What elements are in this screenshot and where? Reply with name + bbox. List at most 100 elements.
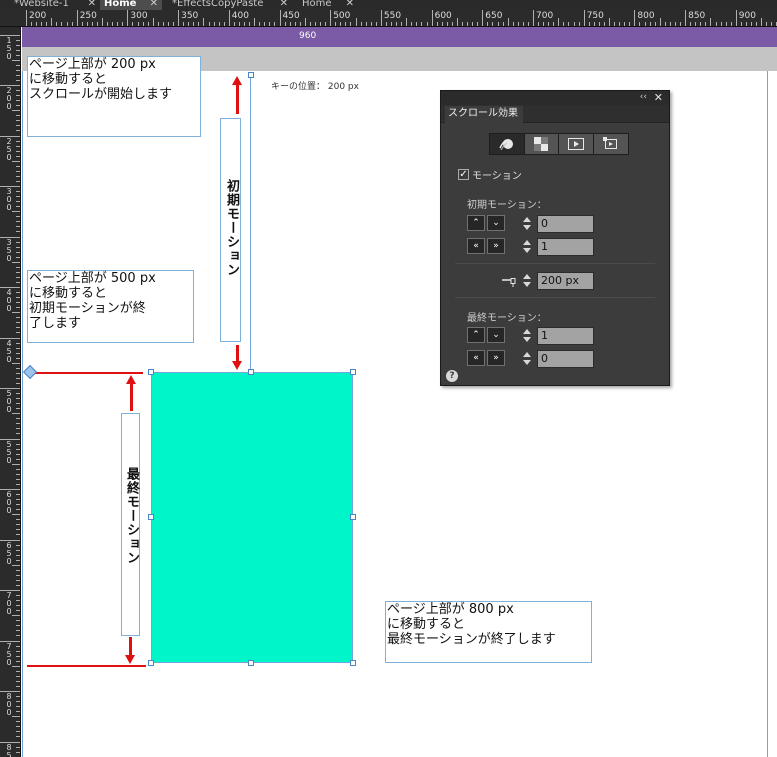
final-vertical-spinner[interactable] — [521, 327, 535, 345]
ruler-minor-tick — [16, 675, 20, 677]
resize-handle-sw[interactable] — [148, 660, 154, 666]
ruler-minor-tick — [314, 22, 316, 26]
ruler-minor-tick — [16, 292, 20, 294]
resize-handle-ne[interactable] — [350, 369, 356, 375]
note-final-motion-end[interactable]: ページ上部が 800 px に移動すると 最終モーションが終了します — [385, 601, 592, 663]
ruler-minor-tick — [745, 22, 747, 26]
tab-effects-copy-paste[interactable]: *EffectsCopyPaste ✕ — [168, 0, 292, 10]
ruler-label: 900 — [738, 11, 756, 21]
note-scroll-start[interactable]: ページ上部が 200 px に移動すると スクロールが開始します — [27, 56, 201, 137]
ruler-minor-tick — [477, 22, 479, 26]
ruler-major-tick — [583, 10, 585, 26]
motion-checkbox[interactable]: ✓ — [458, 169, 469, 180]
collapse-panel-icon[interactable]: ‹‹ — [640, 92, 647, 102]
tab-home[interactable]: Home ✕ — [298, 0, 358, 10]
move-left-icon[interactable]: « — [467, 350, 485, 366]
ruler-minor-tick — [12, 615, 20, 617]
vertical-ruler[interactable]: 150 200 250 300 350 400 450 500 550 600 650 700 750 8… — [0, 27, 21, 757]
tab-close-icon[interactable]: ✕ — [150, 0, 158, 9]
arrow-up-icon — [126, 375, 136, 384]
ruler-major-tick — [685, 10, 687, 26]
ruler-minor-tick — [538, 22, 540, 26]
resize-handle-s[interactable] — [248, 660, 254, 666]
initial-horizontal-speed-field[interactable]: 1 — [537, 238, 594, 256]
note-initial-motion-end[interactable]: ページ上部が 500 px に移動すると 初期モーションが終 了します — [27, 270, 194, 343]
tab-close-icon[interactable]: ✕ — [346, 0, 354, 9]
ruler-minor-tick — [715, 22, 717, 26]
ruler-minor-tick — [16, 39, 20, 41]
ruler-minor-tick — [705, 22, 707, 26]
ruler-minor-tick — [370, 22, 372, 26]
final-horizontal-spinner[interactable] — [521, 350, 535, 368]
move-left-icon[interactable]: « — [467, 238, 485, 254]
move-right-icon[interactable]: » — [487, 350, 505, 366]
ruler-minor-tick — [137, 22, 139, 26]
ruler-minor-tick — [16, 448, 20, 450]
ruler-minor-tick — [249, 22, 251, 26]
arrow-down-icon — [232, 361, 242, 370]
scroll-position-marker-icon[interactable] — [22, 364, 38, 380]
fade-icon[interactable] — [525, 134, 559, 154]
tab-website-1[interactable]: *Website-1 ✕ — [10, 0, 100, 10]
ruler-minor-tick — [16, 231, 20, 233]
ruler-minor-tick — [299, 22, 301, 26]
motion-icon[interactable] — [490, 134, 525, 154]
panel-divider — [455, 297, 655, 298]
resize-handle-nw[interactable] — [148, 369, 154, 375]
move-down-icon[interactable]: ⌄ — [487, 327, 505, 343]
ruler-minor-tick — [462, 22, 464, 26]
ruler-minor-tick — [198, 22, 200, 26]
ruler-minor-tick — [406, 18, 408, 26]
ruler-minor-tick — [16, 145, 20, 147]
scroll-effect-element[interactable] — [151, 372, 353, 663]
arrow-up-icon — [232, 76, 242, 85]
move-right-icon[interactable]: » — [487, 238, 505, 254]
tab-close-icon[interactable]: ✕ — [88, 0, 96, 9]
initial-horizontal-spinner[interactable] — [521, 238, 535, 256]
final-vertical-direction: ⌃ ⌄ — [467, 327, 507, 345]
final-motion-label: 最終モーション — [124, 467, 139, 565]
close-icon[interactable]: ✕ — [654, 91, 663, 104]
tab-label: *Website-1 — [14, 0, 69, 9]
horizontal-ruler[interactable]: 200 250 300 350 400 450 500 550 600 650 700 750 800 8… — [0, 10, 777, 27]
motion-toggle[interactable]: ✓ モーション — [458, 167, 522, 182]
tab-close-icon[interactable]: ✕ — [280, 0, 288, 9]
resize-handle-w[interactable] — [148, 514, 154, 520]
ruler-minor-tick — [16, 504, 20, 506]
ruler-minor-tick — [593, 22, 595, 26]
ruler-minor-tick — [12, 463, 20, 465]
ruler-minor-tick — [16, 701, 20, 703]
ruler-minor-tick — [112, 22, 114, 26]
ruler-minor-tick — [183, 22, 185, 26]
resize-handle-n[interactable] — [248, 369, 254, 375]
tab-label: Home — [302, 0, 332, 9]
resize-handle-se[interactable] — [350, 660, 356, 666]
ruler-label: 350 — [6, 237, 12, 263]
ruler-minor-tick — [16, 221, 20, 223]
tab-scroll-effects[interactable]: スクロール効果 — [445, 106, 523, 123]
ruler-label: 200 — [29, 11, 47, 21]
ruler-minor-tick — [16, 726, 20, 728]
slideshow-icon[interactable] — [559, 134, 594, 154]
ruler-label: 600 — [6, 490, 12, 515]
key-position-field[interactable]: 200 px — [537, 272, 594, 290]
key-position-handle[interactable] — [248, 72, 254, 78]
tab-home-active[interactable]: Home ✕ — [100, 0, 162, 10]
move-up-icon[interactable]: ⌃ — [467, 215, 485, 231]
help-icon[interactable]: ? — [446, 370, 458, 382]
resize-handle-e[interactable] — [350, 514, 356, 520]
initial-vertical-speed-field[interactable]: 0 — [537, 215, 594, 233]
final-vertical-speed-field[interactable]: 1 — [537, 327, 594, 345]
ruler-minor-tick — [16, 125, 20, 127]
move-down-icon[interactable]: ⌄ — [487, 215, 505, 231]
initial-vertical-spinner[interactable] — [521, 215, 535, 233]
key-position-spinner[interactable] — [521, 272, 535, 290]
move-up-icon[interactable]: ⌃ — [467, 327, 485, 343]
panel-title-bar[interactable]: ‹‹ ✕ — [441, 91, 669, 105]
adjust-icon[interactable] — [594, 134, 628, 154]
initial-motion-guide-line — [250, 75, 251, 372]
final-motion-arrow-bottom — [129, 637, 132, 657]
final-motion-arrow-top — [130, 383, 133, 411]
final-horizontal-speed-field[interactable]: 0 — [537, 350, 594, 368]
ruler-label: 300 — [6, 187, 12, 212]
